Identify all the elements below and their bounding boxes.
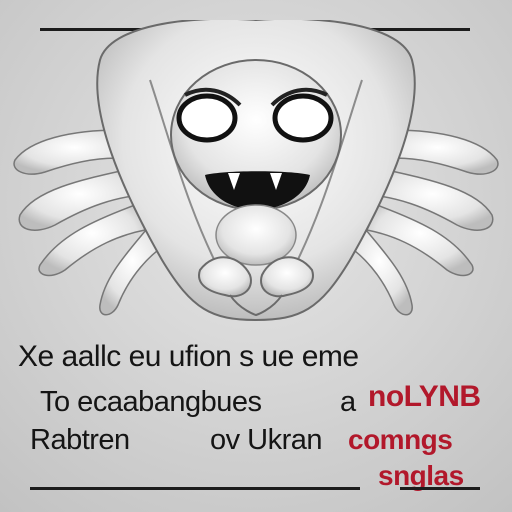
- caption-line-2b: a: [340, 386, 356, 418]
- caption-line-3b: ov Ukran: [210, 424, 323, 456]
- bottom-divider-left: [30, 487, 360, 490]
- caption-line-2a: To ecaabangbues: [40, 386, 262, 418]
- caption-line-3c: comngs: [348, 424, 453, 455]
- caption-line-3a: Rabtren: [30, 424, 130, 456]
- caption-line-1: Xe aallc eu ufion s ue eme: [18, 340, 359, 373]
- creature-illustration: [13, 20, 499, 322]
- right-eye: [272, 93, 334, 143]
- caption-line-2c: noLYNB: [368, 380, 481, 413]
- poster-canvas: Xe aallc eu ufion s ue eme To ecaabangbu…: [0, 0, 512, 512]
- left-eye: [176, 93, 238, 143]
- bottom-divider-right: [400, 487, 480, 490]
